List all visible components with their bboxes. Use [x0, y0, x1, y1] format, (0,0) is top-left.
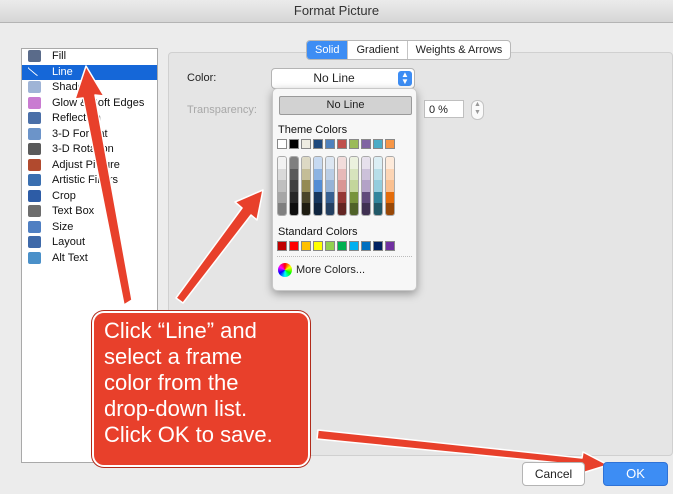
callout-line: select a frame — [104, 344, 243, 369]
arrow-to-line — [74, 65, 133, 306]
arrow-to-dropdown — [175, 189, 264, 304]
callout-line: color from the — [104, 370, 239, 395]
instruction-callout: Click “Line” and select a frame color fr… — [92, 311, 310, 467]
callout-line: Click “Line” and — [104, 318, 257, 343]
cancel-button[interactable]: Cancel — [522, 462, 585, 486]
callout-line: Click OK to save. — [104, 422, 273, 447]
ok-button[interactable]: OK — [603, 462, 668, 486]
callout-line: drop-down list. — [104, 396, 248, 421]
